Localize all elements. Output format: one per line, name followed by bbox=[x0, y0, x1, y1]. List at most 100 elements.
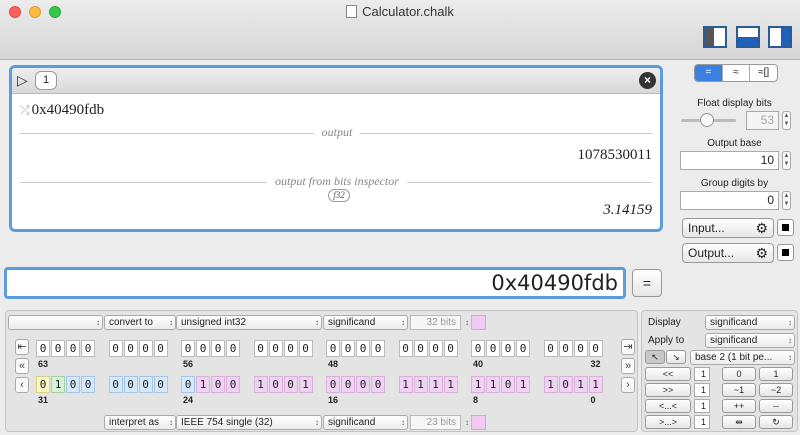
bit-cell[interactable]: 0 bbox=[253, 340, 268, 357]
bit-cell[interactable]: 1 bbox=[413, 376, 428, 393]
bit-cell[interactable]: 0 bbox=[371, 340, 385, 357]
toggle-left-panel-button[interactable] bbox=[703, 26, 727, 48]
bit-cell[interactable]: 0 bbox=[356, 340, 370, 357]
bit-cell[interactable]: 0 bbox=[283, 340, 298, 357]
bit-cell[interactable]: 0 bbox=[398, 340, 413, 357]
swap-icon[interactable]: ⇹ bbox=[722, 415, 756, 429]
bit-cell[interactable]: 0 bbox=[181, 376, 195, 393]
step-back-icon[interactable]: ‹ bbox=[15, 377, 29, 393]
bit-cell[interactable]: 1 bbox=[471, 376, 485, 393]
bit-cell[interactable]: 0 bbox=[268, 340, 283, 357]
bit-cell[interactable]: 0 bbox=[501, 376, 515, 393]
bit-cell[interactable]: 0 bbox=[123, 376, 138, 393]
jump-first-icon[interactable]: ⇤ bbox=[15, 339, 29, 355]
bottom-part-select[interactable]: significand bbox=[323, 415, 408, 430]
jump-last-icon[interactable]: ⇥ bbox=[621, 339, 635, 355]
page-back-icon[interactable]: « bbox=[15, 358, 29, 374]
bit-cell[interactable]: 1 bbox=[543, 376, 558, 393]
bit-cell[interactable]: 0 bbox=[181, 340, 195, 357]
bit-cell[interactable]: 0 bbox=[283, 376, 298, 393]
interpret-as-select[interactable]: interpret as bbox=[104, 415, 176, 430]
bit-cell[interactable]: 0 bbox=[36, 376, 50, 393]
decrement-button[interactable]: -- bbox=[759, 399, 793, 413]
bit-cell[interactable]: 0 bbox=[341, 376, 355, 393]
bit-cell[interactable]: 0 bbox=[326, 376, 340, 393]
bit-cell[interactable]: 0 bbox=[51, 340, 65, 357]
top-bits-count[interactable]: 32 bits bbox=[410, 315, 469, 330]
mode-approx[interactable]: ≈ bbox=[723, 65, 751, 81]
bit-cell[interactable]: 0 bbox=[268, 376, 283, 393]
bit-cell[interactable]: 1 bbox=[398, 376, 413, 393]
bit-cell[interactable]: 0 bbox=[66, 340, 80, 357]
calculation-entry[interactable]: ▷ 1 × ⤮ 0x40490fdb output 1078530011 outp… bbox=[9, 65, 663, 232]
convert-to-select[interactable]: convert to bbox=[104, 315, 176, 330]
entry-input[interactable]: ⤮ 0x40490fdb bbox=[20, 102, 104, 119]
bit-cell[interactable]: 0 bbox=[226, 376, 240, 393]
select-left-icon[interactable]: ↖ bbox=[645, 350, 665, 364]
bit-cell[interactable]: 0 bbox=[501, 340, 515, 357]
group-digits-field[interactable]: 0 bbox=[680, 191, 779, 210]
bit-cell[interactable]: 0 bbox=[108, 376, 123, 393]
bottom-type-select[interactable]: IEEE 754 single (32) bbox=[176, 415, 322, 430]
shift-left-count[interactable]: 1 bbox=[694, 367, 710, 381]
bit-cell[interactable]: 0 bbox=[443, 340, 458, 357]
bit-cell[interactable]: 0 bbox=[413, 340, 428, 357]
rotate-right-count[interactable]: 1 bbox=[694, 415, 710, 429]
set-zero-button[interactable]: 0 bbox=[722, 367, 756, 381]
bottom-color-swatch[interactable] bbox=[471, 415, 486, 430]
toggle-right-panel-button[interactable] bbox=[768, 26, 792, 48]
remove-entry-icon[interactable]: × bbox=[639, 72, 656, 89]
bit-cell[interactable]: 0 bbox=[428, 340, 443, 357]
rotate-left-count[interactable]: 1 bbox=[694, 399, 710, 413]
bit-cell[interactable]: 0 bbox=[341, 340, 355, 357]
group-digits-stepper[interactable]: ▲ ▼ bbox=[782, 191, 791, 210]
bit-cell[interactable]: 0 bbox=[486, 340, 500, 357]
bit-cell[interactable]: 0 bbox=[558, 376, 573, 393]
bit-cell[interactable]: 1 bbox=[443, 376, 458, 393]
complement-one-button[interactable]: ~1 bbox=[722, 383, 756, 397]
apply-to-select[interactable]: significand bbox=[705, 333, 795, 348]
mode-interval[interactable]: ≈[] bbox=[750, 65, 777, 81]
bit-cell[interactable]: 1 bbox=[428, 376, 443, 393]
bit-cell[interactable]: 1 bbox=[253, 376, 268, 393]
step-forward-icon[interactable]: › bbox=[621, 377, 635, 393]
increment-button[interactable]: ++ bbox=[722, 399, 756, 413]
set-one-button[interactable]: 1 bbox=[759, 367, 793, 381]
approximation-mode-control[interactable]: = ≈ ≈[] bbox=[694, 64, 778, 82]
input-settings-button[interactable]: Input... ⚙ bbox=[682, 218, 774, 238]
expression-input[interactable]: 0x40490fdb bbox=[4, 267, 626, 299]
top-color-swatch[interactable] bbox=[471, 315, 486, 330]
bit-cell[interactable]: 1 bbox=[196, 376, 210, 393]
shift-left-button[interactable]: << bbox=[645, 367, 691, 381]
bit-cell[interactable]: 1 bbox=[51, 376, 65, 393]
bottom-bits-count[interactable]: 23 bits bbox=[410, 415, 469, 430]
float-bits-field[interactable]: 53 bbox=[746, 111, 779, 130]
bit-cell[interactable]: 0 bbox=[326, 340, 340, 357]
bit-cell[interactable]: 0 bbox=[153, 340, 168, 357]
bits-source-select[interactable] bbox=[8, 315, 103, 330]
bit-cell[interactable]: 0 bbox=[558, 340, 573, 357]
toggle-bottom-panel-button[interactable] bbox=[736, 26, 760, 48]
bit-cell[interactable]: 0 bbox=[138, 340, 153, 357]
bit-cell[interactable]: 0 bbox=[573, 340, 588, 357]
mode-exact[interactable]: = bbox=[695, 65, 723, 81]
output-base-field[interactable]: 10 bbox=[680, 151, 779, 170]
bit-cell[interactable]: 0 bbox=[66, 376, 80, 393]
complement-two-button[interactable]: ~2 bbox=[759, 383, 793, 397]
bit-cell[interactable]: 1 bbox=[486, 376, 500, 393]
bit-cell[interactable]: 0 bbox=[516, 340, 530, 357]
bit-cell[interactable]: 0 bbox=[81, 340, 95, 357]
bit-cell[interactable]: 0 bbox=[211, 376, 225, 393]
bit-cell[interactable]: 0 bbox=[196, 340, 210, 357]
float-bits-stepper[interactable]: ▲ ▼ bbox=[782, 111, 791, 130]
output-settings-button[interactable]: Output... ⚙ bbox=[682, 243, 774, 263]
bit-cell[interactable]: 0 bbox=[298, 340, 313, 357]
output-color-well[interactable] bbox=[777, 244, 794, 261]
top-part-select[interactable]: significand bbox=[323, 315, 408, 330]
bit-cell[interactable]: 0 bbox=[543, 340, 558, 357]
rotate-right-button[interactable]: >...> bbox=[645, 415, 691, 429]
bit-cell[interactable]: 1 bbox=[573, 376, 588, 393]
bit-cell[interactable]: 0 bbox=[138, 376, 153, 393]
bit-cell[interactable]: 0 bbox=[123, 340, 138, 357]
bit-cell[interactable]: 0 bbox=[108, 340, 123, 357]
